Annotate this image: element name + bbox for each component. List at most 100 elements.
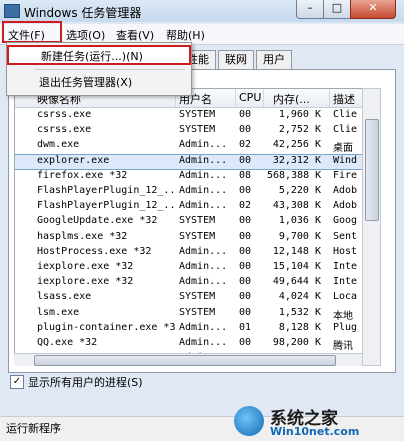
process-name: GoogleUpdate.exe *32: [37, 215, 158, 227]
title-bar[interactable]: Windows 任务管理器 – □ ✕: [0, 0, 404, 22]
process-memory: 98,200 K: [272, 337, 321, 348]
process-cpu: 00: [239, 185, 252, 196]
process-row[interactable]: explorer.exe Admin... 00 32,312 K Wind: [15, 153, 363, 170]
status-text: 运行新程序: [6, 422, 61, 435]
window-title: Windows 任务管理器: [24, 6, 142, 20]
process-row[interactable]: csrss.exe SYSTEM 00 1,960 K Clie: [15, 109, 363, 123]
process-cpu: 00: [239, 261, 252, 272]
process-row[interactable]: HostProcess.exe *32 Admin... 00 12,148 K Hos…: [15, 246, 363, 260]
process-user: SYSTEM: [179, 230, 216, 242]
process-name: firefox.exe *32: [37, 169, 128, 181]
horizontal-scroll-thumb[interactable]: [34, 355, 336, 366]
tab-users[interactable]: 用户: [256, 50, 292, 69]
process-row[interactable]: hasplms.exe *32 SYSTEM 00 9,700 K Sent: [15, 231, 363, 245]
process-cpu: 00: [239, 291, 252, 303]
task-manager-window: Windows 任务管理器 – □ ✕ 文件(F) 选项(O) 查看(V) 帮助…: [0, 0, 404, 441]
process-cpu: 00: [239, 124, 252, 136]
process-user: Admin...: [179, 245, 228, 257]
process-description: Inte: [333, 276, 358, 288]
menu-help[interactable]: 帮助(H): [166, 27, 205, 43]
process-row[interactable]: csrss.exe SYSTEM 00 2,752 K Clie: [15, 124, 363, 138]
process-name: QQ.exe *32: [37, 337, 98, 348]
process-name: FlashPlayerPlugin_12_...: [37, 185, 175, 196]
process-row[interactable]: lsass.exe SYSTEM 00 4,024 K Loca: [15, 291, 363, 305]
process-description: Fire: [333, 169, 358, 181]
process-user: SYSTEM: [179, 109, 216, 120]
menu-separator: [35, 69, 185, 70]
process-cpu: 02: [239, 139, 252, 151]
process-name: csrss.exe: [37, 109, 92, 120]
process-name: HostProcess.exe *32: [37, 245, 152, 257]
process-name: csrss.exe: [37, 124, 92, 136]
process-name: explorer.exe: [37, 154, 110, 166]
process-description: Sent: [333, 230, 358, 242]
horizontal-scrollbar[interactable]: [14, 353, 362, 366]
process-user: Admin...: [179, 200, 228, 212]
process-description: Inte: [333, 261, 358, 272]
process-description: Clie: [333, 109, 358, 120]
process-memory: 1,960 K: [278, 109, 321, 120]
vertical-scrollbar[interactable]: [362, 88, 381, 366]
menu-options[interactable]: 选项(O): [66, 27, 105, 43]
process-description: Adob: [333, 200, 358, 212]
menu-item-exit[interactable]: 退出任务管理器(X): [7, 73, 191, 93]
process-row[interactable]: lsm.exe SYSTEM 00 1,532 K 本地: [15, 306, 363, 322]
process-cpu: 00: [239, 337, 252, 348]
column-cpu[interactable]: CPU: [239, 91, 261, 104]
close-button[interactable]: ✕: [350, 0, 396, 19]
file-menu-dropdown: 新建任务(运行...)(N) 退出任务管理器(X): [6, 42, 192, 96]
process-memory: 568,388 K: [267, 169, 321, 181]
vertical-scroll-thumb[interactable]: [365, 119, 379, 221]
process-memory: 2,752 K: [278, 124, 321, 136]
process-memory: 32,312 K: [272, 154, 321, 166]
process-row[interactable]: dwm.exe Admin... 02 42,256 K 桌面: [15, 139, 363, 155]
process-name: lsm.exe: [37, 306, 80, 318]
process-row[interactable]: QQ.exe *32 Admin... 00 98,200 K 腾讯: [15, 337, 363, 352]
process-user: Admin...: [179, 261, 228, 272]
process-list[interactable]: 映像名称 用户名 CPU 内存(... 描述 csrss.exe SYSTEM 00…: [14, 88, 364, 366]
process-row[interactable]: GoogleUpdate.exe *32 SYSTEM 00 1,036 K Goog: [15, 215, 363, 229]
watermark-url: Win10net.com: [270, 425, 360, 438]
process-row[interactable]: FlashPlayerPlugin_12_... Admin... 02 43,308…: [15, 200, 363, 214]
maximize-button[interactable]: □: [323, 0, 351, 19]
tab-networking[interactable]: 联网: [218, 50, 254, 69]
process-name: plugin-container.exe *32: [37, 321, 175, 333]
process-memory: 5,220 K: [278, 185, 321, 196]
show-all-processes-checkbox[interactable]: ✓: [10, 375, 24, 389]
process-description: Plug: [333, 321, 358, 333]
process-cpu: 00: [239, 109, 252, 120]
process-name: iexplore.exe *32: [37, 261, 134, 272]
process-description: 腾讯: [333, 341, 353, 352]
process-user: SYSTEM: [179, 306, 216, 318]
process-description: Host: [333, 245, 358, 257]
process-name: FlashPlayerPlugin_12_...: [37, 200, 175, 212]
process-memory: 8,128 K: [278, 321, 321, 333]
process-description: 桌面: [333, 143, 353, 155]
process-description: Adob: [333, 185, 358, 196]
process-description: 本地: [333, 310, 353, 322]
minimize-button[interactable]: –: [296, 0, 324, 19]
process-row[interactable]: plugin-container.exe *32 Admin... 01 8,128 …: [15, 322, 363, 336]
process-cpu: 08: [239, 169, 252, 181]
menu-view[interactable]: 查看(V): [116, 27, 154, 43]
show-all-processes-label[interactable]: 显示所有用户的进程(S): [28, 374, 143, 390]
menu-item-new-task[interactable]: 新建任务(运行...)(N): [7, 45, 191, 65]
process-memory: 43,308 K: [272, 200, 321, 212]
process-user: Admin...: [179, 154, 228, 166]
process-user: Admin...: [179, 169, 228, 181]
process-row[interactable]: FlashPlayerPlugin_12_... Admin... 00 5,220 …: [15, 185, 363, 199]
column-memory[interactable]: 内存(...: [273, 91, 310, 107]
process-memory: 1,532 K: [278, 306, 321, 318]
process-description: Goog: [333, 215, 358, 227]
process-cpu: 01: [239, 321, 252, 333]
exit-label: 退出任务管理器(X): [39, 76, 133, 89]
task-manager-icon: [4, 4, 20, 18]
process-row[interactable]: iexplore.exe *32 Admin... 00 49,644 K Inte: [15, 276, 363, 290]
process-name: hasplms.exe *32: [37, 230, 128, 242]
process-row[interactable]: iexplore.exe *32 Admin... 00 15,104 K Inte: [15, 261, 363, 275]
column-description[interactable]: 描述: [333, 91, 355, 107]
process-user: Admin...: [179, 276, 228, 288]
process-row[interactable]: firefox.exe *32 Admin... 08 568,388 K Fire: [15, 170, 363, 184]
process-cpu: 02: [239, 200, 252, 212]
process-memory: 12,148 K: [272, 245, 321, 257]
